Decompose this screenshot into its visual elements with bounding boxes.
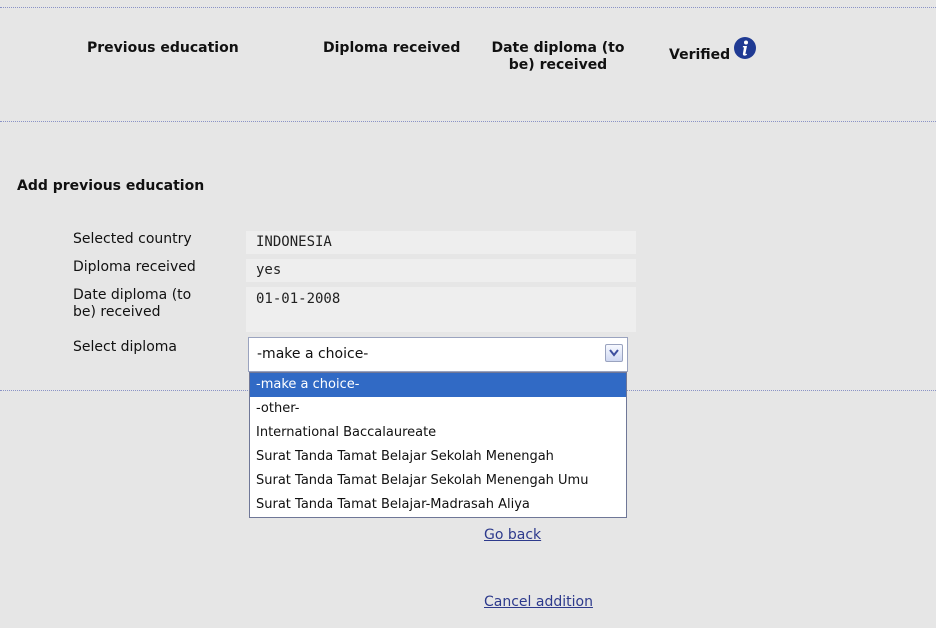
column-header-diploma-received: Diploma received [323,40,461,56]
date-diploma-label-line1: Date diploma (to [73,287,192,303]
diploma-option-international-baccalaureate[interactable]: International Baccalaureate [250,421,626,445]
column-header-previous-education: Previous education [87,40,239,56]
top-divider [0,7,936,8]
info-icon[interactable] [733,36,757,60]
diploma-options-list[interactable]: -make a choice- -other- International Ba… [249,372,627,518]
column-header-verified: Verified [669,47,731,63]
page: Previous education Diploma received Date… [0,0,936,628]
date-diploma-label-line2: be) received [73,304,161,320]
select-diploma-dropdown[interactable]: -make a choice- [248,337,628,372]
add-previous-education-title: Add previous education [17,178,205,194]
date-diploma-value: 01-01-2008 [246,287,636,332]
select-diploma-label: Select diploma [73,339,177,355]
column-header-date-line2: be) received [508,57,608,73]
diploma-option-sekolah-menengah-umum[interactable]: Surat Tanda Tamat Belajar Sekolah Meneng… [250,469,626,493]
diploma-received-value: yes [246,259,636,282]
header-divider [0,121,936,122]
diploma-option-other[interactable]: -other- [250,397,626,421]
selected-country-value: INDONESIA [246,231,636,254]
column-header-date-diploma: Date diploma (to be) received [483,40,633,74]
diploma-received-label: Diploma received [73,259,196,275]
selected-country-label: Selected country [73,231,192,247]
date-diploma-label: Date diploma (to be) received [73,287,191,321]
column-header-date-line1: Date diploma (to [491,40,625,56]
diploma-option-madrasah-aliya[interactable]: Surat Tanda Tamat Belajar-Madrasah Aliya [250,493,626,517]
go-back-link[interactable]: Go back [484,527,541,543]
chevron-down-icon[interactable] [605,344,623,362]
diploma-option-sekolah-menengah[interactable]: Surat Tanda Tamat Belajar Sekolah Meneng… [250,445,626,469]
cancel-addition-link[interactable]: Cancel addition [484,594,593,610]
diploma-option-make-a-choice[interactable]: -make a choice- [250,373,626,397]
select-diploma-current-value: -make a choice- [257,346,369,362]
